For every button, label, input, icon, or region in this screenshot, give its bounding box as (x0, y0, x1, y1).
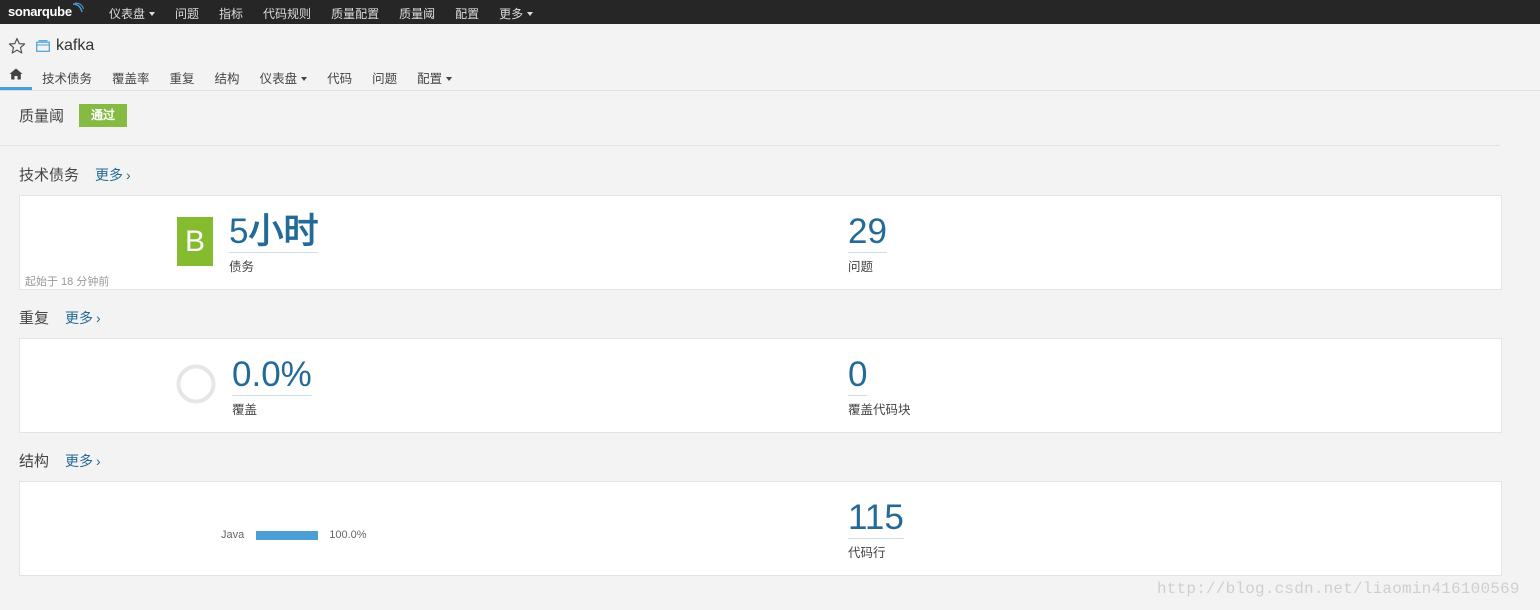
menu-label: 仪表盘 (109, 7, 146, 21)
menu-quality-profiles[interactable]: 质量配置 (331, 5, 379, 22)
quality-gate: 质量阈 通过 (19, 104, 128, 127)
section-title-text: 技术债务 (19, 167, 80, 184)
chevron-right-icon: › (96, 453, 101, 469)
menu-more[interactable]: 更多 (499, 5, 534, 22)
chevron-right-icon: › (126, 167, 131, 183)
lines-of-code-metric[interactable]: 115 代码行 (848, 499, 904, 561)
project-tabs: 技术债务 覆盖率 重复 结构 仪表盘 代码 问题 配置 (0, 64, 462, 90)
quality-gate-status-badge: 通过 (79, 104, 128, 127)
duplication-density-value[interactable]: 0.0% (232, 356, 312, 396)
star-icon[interactable] (8, 37, 26, 55)
menu-measures[interactable]: 指标 (219, 5, 243, 22)
duplications-card: 0.0% 覆盖 0 覆盖代码块 (19, 338, 1502, 433)
debt-rating-badge: B (177, 217, 213, 266)
language-name: Java (221, 529, 245, 541)
more-label: 更多 (65, 310, 94, 326)
duplicated-blocks-metric[interactable]: 0 覆盖代码块 (848, 356, 911, 418)
tech-debt-card: B 起始于 18 分钟前 5小时 债务 29 问题 (19, 195, 1502, 290)
duplication-density-metric[interactable]: 0.0% 覆盖 (232, 356, 312, 418)
tab-structure[interactable]: 结构 (205, 64, 250, 90)
tab-home[interactable] (0, 64, 32, 90)
logo-text: sonarqube (8, 4, 72, 19)
tab-dashboards[interactable]: 仪表盘 (250, 64, 318, 90)
more-label: 更多 (95, 167, 124, 183)
menu-settings[interactable]: 配置 (455, 5, 479, 22)
since-text: 起始于 18 分钟前 (25, 276, 110, 288)
chevron-right-icon: › (96, 310, 101, 326)
menu-issues[interactable]: 问题 (175, 5, 199, 22)
language-distribution: Java 100.0% (221, 529, 367, 541)
language-bar (256, 530, 319, 540)
structure-section-title: 结构 更多 › (19, 450, 101, 471)
sonarqube-logo[interactable]: sonarqube (8, 2, 84, 19)
caret-down-icon (527, 12, 534, 16)
menu-label: 更多 (499, 7, 524, 21)
menu-quality-gates[interactable]: 质量阈 (399, 5, 435, 22)
duplicated-blocks-value[interactable]: 0 (848, 356, 868, 396)
tab-label: 配置 (417, 72, 443, 86)
structure-more-link[interactable]: 更多 › (65, 451, 101, 471)
issues-label: 问题 (848, 260, 874, 274)
tab-configuration[interactable]: 配置 (407, 64, 462, 90)
tab-code[interactable]: 代码 (317, 64, 362, 90)
lines-of-code-label: 代码行 (848, 546, 886, 560)
project-name[interactable]: kafka (56, 37, 94, 55)
lines-of-code-value[interactable]: 115 (848, 499, 904, 539)
structure-card: Java 100.0% 115 代码行 (19, 481, 1502, 576)
project-icon (36, 40, 50, 52)
tab-label: 仪表盘 (259, 72, 298, 86)
duplication-donut-chart (176, 364, 216, 404)
menu-dashboards[interactable]: 仪表盘 (109, 5, 156, 22)
project-nav: 技术债务 覆盖率 重复 结构 仪表盘 代码 问题 配置 (0, 64, 1540, 91)
quality-gate-label: 质量阈 (19, 108, 65, 125)
logo-wave-icon (72, 2, 84, 13)
top-menu: 仪表盘 问题 指标 代码规则 质量配置 质量阈 配置 更多 (109, 5, 553, 22)
duplicated-blocks-label: 覆盖代码块 (848, 403, 911, 417)
tech-debt-section-title: 技术债务 更多 › (19, 164, 131, 185)
tab-duplications[interactable]: 重复 (160, 64, 205, 90)
home-icon (9, 68, 23, 80)
project-header: kafka (8, 36, 94, 56)
divider (0, 145, 1500, 146)
language-percent: 100.0% (329, 529, 367, 541)
issues-value[interactable]: 29 (848, 213, 887, 253)
tech-debt-more-link[interactable]: 更多 › (95, 165, 131, 185)
debt-number: 5 (229, 212, 249, 251)
duplications-more-link[interactable]: 更多 › (65, 308, 101, 328)
caret-down-icon (446, 77, 453, 81)
menu-rules[interactable]: 代码规则 (263, 5, 311, 22)
issues-metric[interactable]: 29 问题 (848, 213, 887, 275)
tab-technical-debt[interactable]: 技术债务 (32, 64, 102, 90)
section-title-text: 结构 (19, 453, 50, 470)
tab-coverage[interactable]: 覆盖率 (102, 64, 160, 90)
caret-down-icon (301, 77, 308, 81)
top-navbar: sonarqube 仪表盘 问题 指标 代码规则 质量配置 质量阈 配置 更多 (0, 0, 1540, 24)
debt-label: 债务 (229, 260, 255, 274)
tab-issues[interactable]: 问题 (362, 64, 407, 90)
duplication-density-label: 覆盖 (232, 403, 258, 417)
duplications-section-title: 重复 更多 › (19, 307, 101, 328)
watermark: http://blog.csdn.net/liaomin416100569 (1157, 580, 1520, 598)
more-label: 更多 (65, 453, 94, 469)
debt-metric[interactable]: 5小时 债务 (229, 212, 319, 275)
debt-value[interactable]: 5小时 (229, 212, 319, 253)
section-title-text: 重复 (19, 310, 50, 327)
caret-down-icon (149, 12, 156, 16)
debt-unit: 小时 (248, 212, 319, 251)
